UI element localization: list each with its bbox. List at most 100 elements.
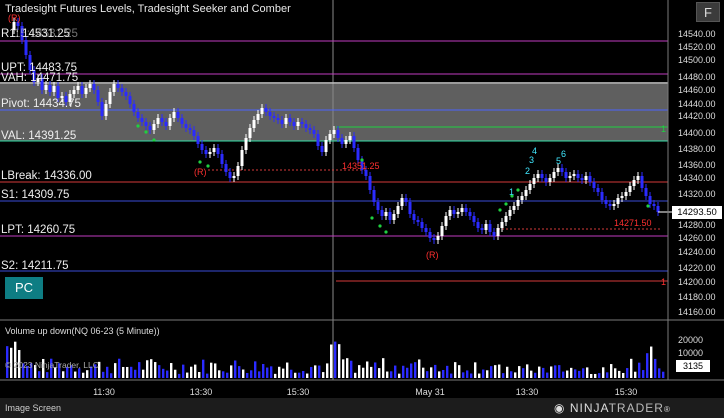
volume-bar	[474, 362, 477, 378]
volume-bar	[514, 372, 517, 378]
volume-bar	[82, 372, 85, 378]
r-mark: (R)	[426, 250, 439, 260]
volume-bar	[434, 364, 437, 378]
candle-body	[260, 108, 264, 114]
signal-dot	[646, 204, 650, 208]
volume-bar	[558, 365, 561, 378]
volume-bar	[418, 359, 421, 378]
volume-bar	[662, 371, 665, 378]
volume-bar	[386, 371, 389, 378]
volume-bar	[622, 372, 625, 378]
sequence-number: 4	[532, 146, 537, 156]
volume-bar	[590, 373, 593, 378]
candle-body	[328, 134, 332, 140]
volume-bar	[526, 364, 529, 378]
volume-bar	[542, 367, 545, 378]
price-axis-label: 14220.00	[678, 263, 716, 273]
volume-bar	[86, 370, 89, 378]
candle-body	[300, 122, 304, 124]
volume-bar	[142, 369, 145, 378]
level-label-lpt: LPT: 14260.75	[1, 224, 76, 236]
candle-body	[444, 216, 448, 226]
f-button[interactable]: F	[696, 2, 720, 22]
candle-body	[484, 224, 488, 230]
volume-bar	[518, 366, 521, 378]
candle-body	[180, 118, 184, 124]
candle-body	[584, 176, 588, 180]
ninjatrader-logo: ◉ NINJATRADER®	[554, 401, 671, 415]
candle-body	[480, 228, 484, 230]
candle-body	[656, 206, 660, 212]
candle-body	[396, 206, 400, 214]
volume-bar	[450, 373, 453, 378]
price-axis-label: 14540.00	[678, 29, 716, 39]
candle-body	[308, 128, 312, 130]
candle-body	[88, 84, 92, 88]
volume-bar	[114, 363, 117, 378]
chart-canvas[interactable]: (R)(R)(R)14351.2514271.5012345611	[0, 0, 724, 418]
candle-body	[224, 164, 228, 172]
pc-button[interactable]: PC	[5, 277, 43, 299]
volume-bar	[510, 371, 513, 378]
candle-body	[220, 154, 224, 164]
volume-bar	[138, 362, 141, 378]
candle-body	[96, 90, 100, 102]
volume-bar	[562, 371, 565, 378]
candle-body	[380, 210, 384, 216]
candle-body	[564, 172, 568, 178]
candle-body	[620, 196, 624, 198]
volume-bar	[602, 367, 605, 378]
status-text: Image Screen	[5, 403, 62, 413]
candle-body	[520, 196, 524, 200]
candle-body	[560, 168, 564, 172]
candle-body	[124, 92, 128, 96]
volume-bar	[326, 363, 329, 378]
candle-body	[324, 140, 328, 152]
volume-bar	[358, 365, 361, 378]
volume-bar	[186, 372, 189, 378]
candle-body	[332, 130, 336, 134]
price-axis-label: 14240.00	[678, 247, 716, 257]
candle-body	[196, 136, 200, 144]
candle-body	[136, 112, 140, 118]
volume-bar	[394, 365, 397, 378]
volume-bar	[546, 372, 549, 378]
level-label-s2: S2: 14211.75	[1, 260, 69, 272]
candle-body	[176, 112, 180, 118]
volume-bar	[338, 344, 341, 378]
volume-bar	[362, 367, 365, 378]
candle-body	[612, 204, 616, 206]
volume-bar	[234, 360, 237, 378]
candle-body	[472, 216, 476, 222]
candle-body	[552, 172, 556, 178]
volume-bar	[266, 367, 269, 378]
candle-body	[588, 176, 592, 182]
volume-bar	[390, 371, 393, 378]
volume-bar	[642, 370, 645, 378]
level-label-s1: S1: 14309.75	[1, 189, 70, 201]
candle-body	[216, 148, 220, 154]
candle-body	[436, 236, 440, 240]
candle-body	[252, 120, 256, 128]
price-axis-label: 14200.00	[678, 277, 716, 287]
candle-body	[156, 118, 160, 124]
volume-bar	[402, 365, 405, 378]
candle-body	[316, 134, 320, 146]
level-label-pivot: Pivot: 14434.75	[1, 98, 81, 110]
price-axis-label: 14340.00	[678, 173, 716, 183]
volume-bar	[294, 372, 297, 378]
sequence-number: 6	[561, 149, 566, 159]
volume-bar	[222, 371, 225, 378]
candle-body	[428, 232, 432, 238]
candle-body	[116, 84, 120, 88]
volume-bar	[214, 363, 217, 378]
candle-body	[192, 130, 196, 136]
current-price-badge: 14293.50	[672, 206, 722, 219]
candle-body	[532, 178, 536, 184]
candle-body	[596, 188, 600, 192]
volume-bar	[354, 372, 357, 378]
candle-body	[400, 198, 404, 206]
volume-bar	[470, 373, 473, 378]
volume-bar	[202, 359, 205, 378]
candle-body	[244, 138, 248, 150]
